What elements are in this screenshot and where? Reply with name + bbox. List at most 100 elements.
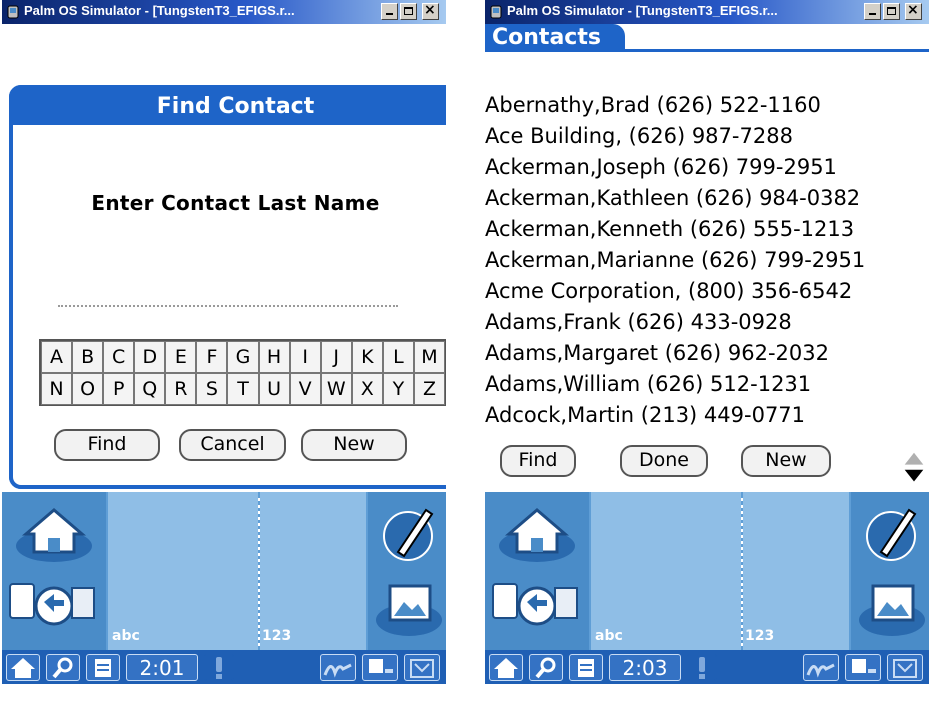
graffiti-area: abc 123 [485, 492, 929, 650]
left-simulator-window: Palm OS Simulator - [TungstenT3_EFIGS.r.… [2, 0, 446, 717]
done-button[interactable]: Done [620, 445, 708, 477]
close-icon: × [907, 2, 919, 18]
window-bottom-strip [2, 684, 446, 717]
maximize-button[interactable] [400, 3, 417, 20]
find-icon-button[interactable] [46, 654, 80, 681]
graffiti-letters-area[interactable]: abc [591, 492, 741, 650]
graffiti-icon [806, 663, 835, 678]
graffiti-numbers-area[interactable]: 123 [743, 492, 849, 650]
key-K[interactable]: K [351, 341, 383, 373]
screen-image-icon[interactable] [374, 576, 444, 640]
menu-icon [95, 659, 111, 677]
key-S[interactable]: S [196, 373, 228, 405]
list-item[interactable]: Ackerman,Kenneth (626) 555-1213 [485, 214, 929, 245]
list-item[interactable]: Acme Corporation, (800) 356-6542 [485, 276, 929, 307]
download-button[interactable] [887, 654, 923, 681]
find-icon [535, 657, 556, 679]
list-item[interactable]: Adams,Frank (626) 433-0928 [485, 307, 929, 338]
key-V[interactable]: V [289, 373, 321, 405]
alert-button[interactable] [204, 654, 234, 681]
download-button[interactable] [404, 654, 440, 681]
list-item[interactable]: Ackerman,Kathleen (626) 984-0382 [485, 183, 929, 214]
key-P[interactable]: P [103, 373, 135, 405]
new-button[interactable]: New [301, 429, 407, 461]
menu-button[interactable] [569, 654, 603, 681]
home-icon[interactable] [10, 502, 98, 566]
list-item[interactable]: Ace Building, (626) 987-7288 [485, 121, 929, 152]
key-Z[interactable]: Z [413, 373, 445, 405]
menu-button[interactable] [86, 654, 120, 681]
key-X[interactable]: X [351, 373, 383, 405]
pen-icon[interactable] [865, 504, 921, 564]
key-I[interactable]: I [289, 341, 321, 373]
list-item[interactable]: Adams,William (626) 512-1231 [485, 369, 929, 400]
cancel-button[interactable]: Cancel [179, 429, 286, 461]
find-button[interactable]: Find [54, 429, 160, 461]
key-Y[interactable]: Y [382, 373, 414, 405]
graffiti-right-panel [851, 492, 929, 650]
hotsync-icon[interactable] [6, 578, 98, 638]
graffiti-abc-label: abc [112, 628, 140, 644]
scroll-arrows-icon[interactable] [903, 448, 925, 488]
clock[interactable]: 2:01 [126, 654, 198, 681]
key-W[interactable]: W [320, 373, 352, 405]
find-icon-button[interactable] [529, 654, 563, 681]
key-D[interactable]: D [134, 341, 166, 373]
status-bar: 2:01 [2, 650, 446, 684]
list-item[interactable]: Adcock,Martin (213) 449-0771 [485, 400, 929, 431]
graffiti-toggle-button[interactable] [320, 654, 356, 681]
key-E[interactable]: E [165, 341, 197, 373]
window-titlebar[interactable]: Palm OS Simulator - [TungstenT3_EFIGS.r.… [485, 0, 929, 24]
keyboard-button[interactable] [362, 654, 398, 681]
key-R[interactable]: R [165, 373, 197, 405]
list-item[interactable]: Abernathy,Brad (626) 522-1160 [485, 90, 929, 121]
list-item[interactable]: Ackerman,Marianne (626) 799-2951 [485, 245, 929, 276]
key-O[interactable]: O [72, 373, 104, 405]
graffiti-numbers-area[interactable]: 123 [260, 492, 366, 650]
key-J[interactable]: J [320, 341, 352, 373]
maximize-button[interactable] [883, 3, 900, 20]
close-icon: × [424, 2, 436, 18]
minimize-button[interactable] [381, 3, 398, 20]
graffiti-toggle-button[interactable] [803, 654, 839, 681]
home-button[interactable] [489, 654, 523, 681]
key-C[interactable]: C [103, 341, 135, 373]
close-button[interactable]: × [422, 2, 439, 20]
palm-app-icon [7, 5, 19, 19]
key-T[interactable]: T [227, 373, 259, 405]
new-button[interactable]: New [741, 445, 831, 477]
key-L[interactable]: L [382, 341, 414, 373]
home-icon[interactable] [493, 502, 581, 566]
keyboard-button[interactable] [845, 654, 881, 681]
screen-image-icon[interactable] [857, 576, 927, 640]
key-A[interactable]: A [41, 341, 73, 373]
key-U[interactable]: U [258, 373, 290, 405]
graffiti-letters-area[interactable]: abc [108, 492, 258, 650]
window-titlebar[interactable]: Palm OS Simulator - [TungstenT3_EFIGS.r.… [2, 0, 446, 24]
minimize-button[interactable] [864, 3, 881, 20]
graffiti-123-label: 123 [262, 628, 292, 644]
key-G[interactable]: G [227, 341, 259, 373]
hotsync-icon[interactable] [489, 578, 581, 638]
key-Q[interactable]: Q [134, 373, 166, 405]
minimize-icon [869, 13, 876, 15]
home-button[interactable] [6, 654, 40, 681]
key-N[interactable]: N [41, 373, 73, 405]
download-icon [410, 659, 434, 678]
key-H[interactable]: H [258, 341, 290, 373]
close-button[interactable]: × [905, 2, 922, 20]
alert-button[interactable] [687, 654, 717, 681]
window-bottom-strip [485, 684, 929, 717]
keyboard-icon [369, 659, 393, 673]
key-B[interactable]: B [72, 341, 104, 373]
list-item[interactable]: Adams,Margaret (626) 962-2032 [485, 338, 929, 369]
list-item[interactable]: Ackerman,Joseph (626) 799-2951 [485, 152, 929, 183]
key-F[interactable]: F [196, 341, 228, 373]
graffiti-left-panel [2, 492, 106, 650]
pen-icon[interactable] [382, 504, 438, 564]
contacts-title-tab[interactable]: Contacts [485, 24, 625, 52]
find-button[interactable]: Find [500, 445, 576, 477]
last-name-input[interactable] [58, 285, 398, 307]
clock[interactable]: 2:03 [609, 654, 681, 681]
key-M[interactable]: M [413, 341, 445, 373]
